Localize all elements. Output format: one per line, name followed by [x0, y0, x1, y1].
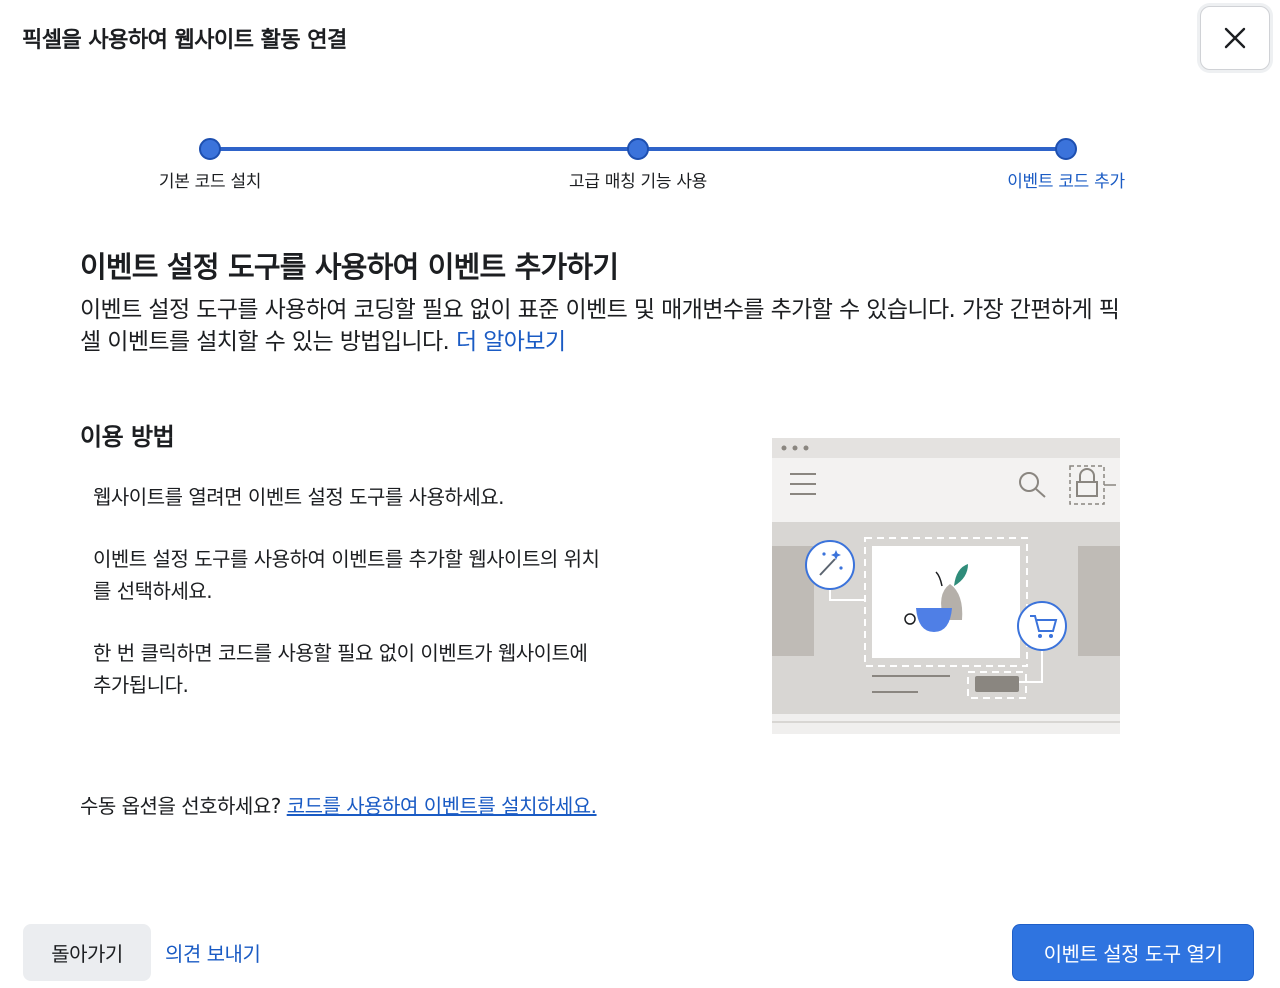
howto-step-2: 이벤트 설정 도구를 사용하여 이벤트를 추가할 웹사이트의 위치 를 선택하세…: [93, 543, 653, 607]
howto-steps: 웹사이트를 열려면 이벤트 설정 도구를 사용하세요. 이벤트 설정 도구를 사…: [93, 481, 653, 731]
progress-stepper: 기본 코드 설치 고급 매칭 기능 사용 이벤트 코드 추가: [0, 0, 1280, 200]
howto-step-2-line-1: 이벤트 설정 도구를 사용하여 이벤트를 추가할 웹사이트의 위치: [93, 547, 600, 571]
step-label-basic-code: 기본 코드 설치: [158, 172, 262, 192]
manual-option-row: 수동 옵션을 선호하세요? 코드를 사용하여 이벤트를 설치하세요.: [80, 790, 597, 819]
howto-step-3-line-2: 추가됩니다.: [93, 673, 189, 697]
description-line-2: 셀 이벤트를 설치할 수 있는 방법입니다.: [80, 329, 450, 355]
howto-step-2-line-2: 를 선택하세요.: [93, 579, 213, 603]
learn-more-link[interactable]: 더 알아보기: [456, 329, 566, 355]
install-with-code-link[interactable]: 코드를 사용하여 이벤트를 설치하세요.: [287, 794, 597, 818]
manual-option-prompt: 수동 옵션을 선호하세요?: [80, 794, 281, 818]
step-dot-advanced-matching: [627, 138, 649, 160]
howto-step-3-line-1: 한 번 클릭하면 코드를 사용할 필요 없이 이벤트가 웹사이트에: [93, 641, 588, 665]
event-setup-illustration: [772, 438, 1120, 734]
howto-title: 이용 방법: [80, 423, 175, 451]
section-description: 이벤트 설정 도구를 사용하여 코딩할 필요 없이 표준 이벤트 및 매개변수를…: [80, 294, 1200, 358]
step-label-event-code: 이벤트 코드 추가: [1007, 172, 1125, 192]
back-button[interactable]: 돌아가기: [23, 924, 151, 981]
step-dot-event-code: [1055, 138, 1077, 160]
step-dot-basic-code: [199, 138, 221, 160]
send-feedback-link[interactable]: 의견 보내기: [165, 938, 261, 967]
description-line-1: 이벤트 설정 도구를 사용하여 코딩할 필요 없이 표준 이벤트 및 매개변수를…: [80, 297, 1120, 323]
section-title: 이벤트 설정 도구를 사용하여 이벤트 추가하기: [80, 250, 619, 284]
magic-wand-icon: [805, 540, 855, 590]
shopping-cart-icon: [1017, 601, 1067, 651]
howto-step-1: 웹사이트를 열려면 이벤트 설정 도구를 사용하세요.: [93, 481, 653, 513]
howto-step-1-line-1: 웹사이트를 열려면 이벤트 설정 도구를 사용하세요.: [93, 485, 505, 509]
open-event-setup-tool-button[interactable]: 이벤트 설정 도구 열기: [1012, 924, 1254, 981]
step-label-advanced-matching: 고급 매칭 기능 사용: [568, 172, 708, 192]
howto-step-3: 한 번 클릭하면 코드를 사용할 필요 없이 이벤트가 웹사이트에 추가됩니다.: [93, 637, 653, 701]
